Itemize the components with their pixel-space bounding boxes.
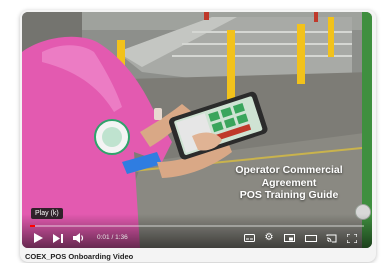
- gear-icon: ⚙: [264, 232, 274, 243]
- theater-icon: [305, 234, 317, 242]
- cast-icon: [326, 234, 336, 242]
- player-controls: 0:01 / 1:36 ⚙: [22, 228, 372, 248]
- theater-button[interactable]: [305, 231, 317, 245]
- time-display: 0:01 / 1:36: [97, 234, 128, 241]
- fullscreen-icon: [347, 233, 357, 243]
- mute-button[interactable]: [72, 231, 86, 245]
- total-time: 1:36: [115, 234, 128, 241]
- next-icon: [53, 233, 63, 243]
- video-overlay-title: Operator Commercial Agreement POS Traini…: [220, 164, 358, 202]
- subtitles-button[interactable]: [243, 231, 255, 245]
- video-frame: [22, 12, 372, 248]
- current-time: 0:01: [97, 234, 110, 241]
- progress-bar[interactable]: [30, 225, 364, 227]
- settings-button[interactable]: ⚙: [263, 231, 275, 245]
- volume-icon: [73, 233, 84, 243]
- subtitles-icon: [243, 234, 255, 242]
- miniplayer-button[interactable]: [283, 231, 295, 245]
- overlay-title-line: Operator Commercial: [235, 164, 343, 176]
- progress-bar-fill: [30, 225, 35, 227]
- play-icon: [33, 233, 43, 243]
- cast-button[interactable]: [325, 231, 337, 245]
- play-tooltip: Play (k): [31, 208, 63, 219]
- overlay-title-line: POS Training Guide: [239, 189, 339, 201]
- miniplayer-icon: [283, 234, 295, 242]
- fullscreen-button[interactable]: [346, 231, 358, 245]
- video-player[interactable]: Operator Commercial Agreement POS Traini…: [22, 12, 372, 248]
- play-button[interactable]: [32, 231, 44, 245]
- video-title[interactable]: COEX_POS Onboarding Video: [25, 252, 133, 261]
- overlay-title-line: Agreement: [261, 176, 317, 189]
- next-button[interactable]: [52, 231, 64, 245]
